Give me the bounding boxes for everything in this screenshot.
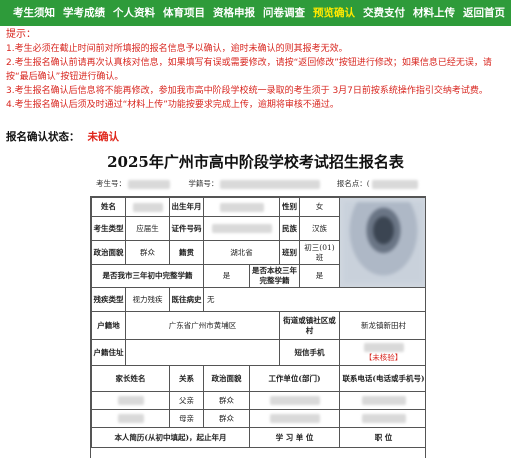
- disability-value: 视力残疾: [125, 287, 170, 312]
- notice-panel: 提示： 1.考生必须在截止时间前对所填报的报名信息予以确认，逾时未确认的则其报考…: [6, 28, 506, 112]
- history-value: 无: [203, 287, 425, 312]
- family-row: 母亲 群众: [91, 409, 425, 428]
- notice-line-1: 1.考生必须在截止时间前对所填报的报名信息予以确认，逾时未确认的则其报考无效。: [6, 44, 348, 54]
- student-no-value-redacted: [220, 179, 321, 189]
- reg-point-value: (: [366, 179, 370, 188]
- nav-item-profile[interactable]: 个人资料: [109, 0, 159, 26]
- nav-item-home[interactable]: 返回首页: [459, 0, 509, 26]
- resume-role-header: 职 位: [339, 427, 425, 448]
- photo-portrait: [339, 197, 425, 288]
- resume-school-header: 学 习 单 位: [249, 427, 340, 448]
- gender-header: 性别: [279, 197, 300, 217]
- birth-header: 出生年月: [169, 197, 204, 217]
- street-value: 新龙镇新田村: [339, 311, 425, 340]
- family-relation: 母亲: [169, 409, 204, 428]
- type-value: 应届生: [125, 216, 170, 241]
- address-header: 户籍住址: [91, 339, 126, 366]
- id-no-header: 证件号码: [169, 216, 204, 241]
- reg-point-label: 报名点：: [336, 179, 367, 188]
- name-header: 姓名: [91, 197, 126, 217]
- politics-header: 政治面貌: [91, 240, 126, 265]
- sms-header: 短信手机: [279, 339, 340, 366]
- nav-item-payment[interactable]: 交费支付: [359, 0, 409, 26]
- hukou-header: 户籍地: [91, 311, 126, 340]
- sms-value: 【未核验】: [339, 339, 425, 366]
- native-header: 籍贯: [169, 240, 204, 265]
- street-header: 街道或镇社区或村: [279, 311, 340, 340]
- portrait-image: [344, 202, 423, 283]
- history-header: 既往病史: [169, 287, 204, 312]
- family-politics: 群众: [203, 409, 250, 428]
- class-header: 班别: [279, 240, 300, 265]
- nav-item-notice[interactable]: 考生须知: [9, 0, 59, 26]
- resume-header: 本人简历(从初中填起)，起止年月: [91, 427, 250, 448]
- family-politics: 群众: [203, 391, 250, 410]
- id-no-value: [203, 216, 280, 241]
- complete-city-value: 是: [203, 264, 250, 288]
- birth-value: [203, 197, 280, 217]
- exam-no-value-redacted: [128, 179, 170, 189]
- complete-school-header: 是否本校三年完整学籍: [249, 264, 300, 288]
- student-no-label: 学籍号：: [188, 179, 219, 188]
- gender-value: 女: [299, 197, 340, 217]
- confirm-status-value: 未确认: [87, 131, 120, 143]
- notice-line-3: 3.考生报名确认后信息将不能再修改，参加我市高中阶段学校统一录取的考生须于 3月…: [6, 86, 488, 96]
- family-politics-header: 政治面貌: [203, 365, 250, 392]
- name-value: [125, 197, 170, 217]
- meta-row: 考生号： 学籍号： 报名点：(: [96, 178, 418, 189]
- type-header: 考生类型: [91, 216, 126, 241]
- notice-title: 提示：: [6, 29, 36, 40]
- relation-header: 关系: [169, 365, 204, 392]
- nav-item-qualification[interactable]: 资格申报: [209, 0, 259, 26]
- nav-item-preview-confirm[interactable]: 预览确认: [309, 0, 359, 26]
- complete-school-value: 是: [299, 264, 340, 288]
- hukou-value: 广东省广州市黄埔区: [125, 311, 280, 340]
- family-name-header: 家长姓名: [91, 365, 170, 392]
- notice-line-2: 2.考生报名确认前请再次认真核对信息，如果填写有误或需要修改，请按“返回修改”按…: [6, 58, 492, 82]
- ethnic-header: 民族: [279, 216, 300, 241]
- registration-form-table: 姓名 出生年月 性别 女 考生类型 应届生 证件号码 民族 汉族 政治面貌 群众…: [90, 196, 426, 458]
- nav-item-survey[interactable]: 问卷调查: [259, 0, 309, 26]
- exam-no-label: 考生号：: [96, 179, 126, 188]
- form-title: 2025年广州市高中阶段学校考试招生报名表: [107, 153, 404, 171]
- nav-item-upload[interactable]: 材料上传: [409, 0, 459, 26]
- top-nav: 考生须知 学考成绩 个人资料 体育项目 资格申报 问卷调查 预览确认 交费支付 …: [0, 0, 511, 26]
- contact-header: 联系电话(电话或手机号): [339, 365, 425, 392]
- confirm-status: 报名确认状态： 未确认: [6, 130, 119, 144]
- sms-status: 【未核验】: [364, 352, 403, 362]
- disability-header: 残疾类型: [91, 287, 126, 312]
- confirm-status-label: 报名确认状态：: [6, 131, 80, 143]
- ethnic-value: 汉族: [299, 216, 340, 241]
- family-row: 父亲 群众: [91, 391, 425, 410]
- nav-item-sports[interactable]: 体育项目: [159, 0, 209, 26]
- work-header: 工作单位(部门): [249, 365, 340, 392]
- native-value: 湖北省: [203, 240, 280, 265]
- politics-value: 群众: [125, 240, 170, 265]
- nav-item-scores[interactable]: 学考成绩: [59, 0, 109, 26]
- class-value: 初三(01)班: [299, 240, 340, 265]
- family-relation: 父亲: [169, 391, 204, 410]
- address-value: [125, 339, 280, 366]
- notice-line-4: 4.考生报名确认后须及时通过“材料上传”功能按要求完成上传，逾期将审核不通过。: [6, 100, 339, 110]
- complete-city-header: 是否我市三年初中完整学籍: [91, 264, 204, 288]
- reg-point-redacted: [371, 179, 418, 189]
